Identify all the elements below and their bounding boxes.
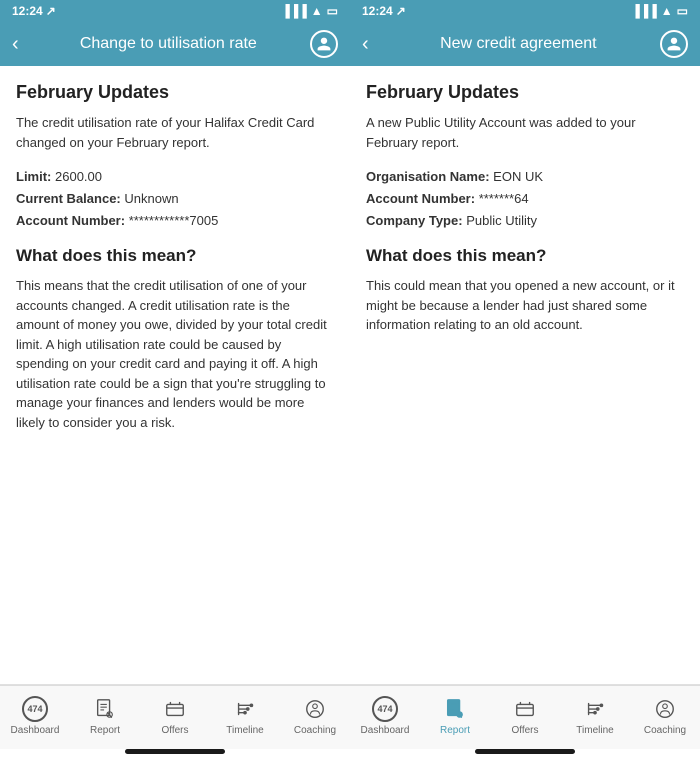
nav-label-report-right: Report bbox=[440, 725, 470, 736]
nav-coaching-left[interactable]: Coaching bbox=[280, 696, 350, 736]
explanation-right: This could mean that you opened a new ac… bbox=[366, 276, 684, 335]
nav-report-right[interactable]: Report bbox=[420, 696, 490, 736]
nav-label-timeline-left: Timeline bbox=[226, 725, 263, 736]
report-icon-left bbox=[92, 696, 118, 722]
nav-timeline-left[interactable]: Timeline bbox=[210, 696, 280, 736]
wifi-icon-right: ▲ bbox=[661, 4, 673, 18]
header-right: ‹ New credit agreement bbox=[350, 22, 700, 66]
header-title-left: Change to utilisation rate bbox=[27, 35, 310, 53]
section-title-left: February Updates bbox=[16, 82, 334, 103]
battery-icon: ▭ bbox=[327, 4, 338, 18]
timeline-icon-left bbox=[232, 696, 258, 722]
signal-icons-right: ▐▐▐ ▲ ▭ bbox=[631, 4, 688, 18]
nav-coaching-right[interactable]: Coaching bbox=[630, 696, 700, 736]
detail-value-right-2: Public Utility bbox=[466, 213, 537, 228]
header-left: ‹ Change to utilisation rate bbox=[0, 22, 350, 66]
intro-text-left: The credit utilisation rate of your Hali… bbox=[16, 113, 334, 152]
explanation-left: This means that the credit utilisation o… bbox=[16, 276, 334, 432]
nav-report-left[interactable]: Report bbox=[70, 696, 140, 736]
coaching-icon-right bbox=[652, 696, 678, 722]
avatar-right[interactable] bbox=[660, 30, 688, 58]
dashboard-badge-left: 474 bbox=[22, 696, 48, 722]
time-left: 12:24 bbox=[12, 4, 43, 18]
detail-line-0: Limit: 2600.00 bbox=[16, 166, 334, 188]
detail-value-1: Unknown bbox=[124, 191, 178, 206]
what-title-right: What does this mean? bbox=[366, 246, 684, 266]
nav-label-coaching-right: Coaching bbox=[644, 725, 686, 736]
nav-label-offers-left: Offers bbox=[161, 725, 188, 736]
nav-label-coaching-left: Coaching bbox=[294, 725, 336, 736]
bottom-nav-left: 474 Dashboard Report bbox=[0, 685, 350, 749]
bottom-nav-right: 474 Dashboard Report bbox=[350, 685, 700, 749]
dashboard-icon-left: 474 bbox=[22, 696, 48, 722]
detail-line-2: Account Number: ************7005 bbox=[16, 210, 334, 232]
detail-label-2: Account Number: bbox=[16, 213, 125, 228]
section-title-right: February Updates bbox=[366, 82, 684, 103]
nav-label-dashboard-left: Dashboard bbox=[11, 725, 60, 736]
nav-label-timeline-right: Timeline bbox=[576, 725, 613, 736]
detail-line-right-1: Account Number: *******64 bbox=[366, 188, 684, 210]
content-right: February Updates A new Public Utility Ac… bbox=[350, 66, 700, 684]
detail-label-right-0: Organisation Name: bbox=[366, 169, 490, 184]
detail-line-right-0: Organisation Name: EON UK bbox=[366, 166, 684, 188]
home-indicator-left bbox=[125, 749, 225, 754]
avatar-left[interactable] bbox=[310, 30, 338, 58]
detail-line-right-2: Company Type: Public Utility bbox=[366, 210, 684, 232]
status-bar-left: 12:24 ↗ ▐▐▐ ▲ ▭ bbox=[0, 0, 350, 22]
detail-value-2: ************7005 bbox=[129, 213, 219, 228]
nav-offers-right[interactable]: Offers bbox=[490, 696, 560, 736]
header-title-right: New credit agreement bbox=[377, 35, 660, 53]
dashboard-badge-right: 474 bbox=[372, 696, 398, 722]
signal-icon: ▐▐▐ bbox=[281, 4, 307, 18]
screen-left: 12:24 ↗ ▐▐▐ ▲ ▭ ‹ Change to utilisation … bbox=[0, 0, 350, 758]
detail-value-right-1: *******64 bbox=[479, 191, 529, 206]
signal-icons-left: ▐▐▐ ▲ ▭ bbox=[281, 4, 338, 18]
screen-right: 12:24 ↗ ▐▐▐ ▲ ▭ ‹ New credit agreement F… bbox=[350, 0, 700, 758]
nav-dashboard-right[interactable]: 474 Dashboard bbox=[350, 696, 420, 736]
offers-icon-left bbox=[162, 696, 188, 722]
detail-block-left: Limit: 2600.00 Current Balance: Unknown … bbox=[16, 166, 334, 232]
what-title-left: What does this mean? bbox=[16, 246, 334, 266]
detail-value-0: 2600.00 bbox=[55, 169, 102, 184]
back-button-left[interactable]: ‹ bbox=[12, 33, 19, 56]
nav-label-report-left: Report bbox=[90, 725, 120, 736]
detail-value-right-0: EON UK bbox=[493, 169, 543, 184]
coaching-icon-left bbox=[302, 696, 328, 722]
dashboard-icon-right: 474 bbox=[372, 696, 398, 722]
detail-block-right: Organisation Name: EON UK Account Number… bbox=[366, 166, 684, 232]
detail-label-right-2: Company Type: bbox=[366, 213, 463, 228]
nav-dashboard-left[interactable]: 474 Dashboard bbox=[0, 696, 70, 736]
detail-label-0: Limit: bbox=[16, 169, 51, 184]
nav-label-offers-right: Offers bbox=[511, 725, 538, 736]
battery-icon-right: ▭ bbox=[677, 4, 688, 18]
wifi-icon: ▲ bbox=[311, 4, 323, 18]
content-left: February Updates The credit utilisation … bbox=[0, 66, 350, 684]
offers-icon-right bbox=[512, 696, 538, 722]
nav-timeline-right[interactable]: Timeline bbox=[560, 696, 630, 736]
detail-line-1: Current Balance: Unknown bbox=[16, 188, 334, 210]
timeline-icon-right bbox=[582, 696, 608, 722]
arrow-left: ↗ bbox=[46, 4, 56, 18]
report-icon-right bbox=[442, 696, 468, 722]
time-right: 12:24 bbox=[362, 4, 393, 18]
nav-label-dashboard-right: Dashboard bbox=[361, 725, 410, 736]
nav-offers-left[interactable]: Offers bbox=[140, 696, 210, 736]
intro-text-right: A new Public Utility Account was added t… bbox=[366, 113, 684, 152]
status-bar-right: 12:24 ↗ ▐▐▐ ▲ ▭ bbox=[350, 0, 700, 22]
detail-label-1: Current Balance: bbox=[16, 191, 121, 206]
home-indicator-right bbox=[475, 749, 575, 754]
detail-label-right-1: Account Number: bbox=[366, 191, 475, 206]
signal-icon-right: ▐▐▐ bbox=[631, 4, 657, 18]
back-button-right[interactable]: ‹ bbox=[362, 33, 369, 56]
arrow-right: ↗ bbox=[396, 4, 406, 18]
